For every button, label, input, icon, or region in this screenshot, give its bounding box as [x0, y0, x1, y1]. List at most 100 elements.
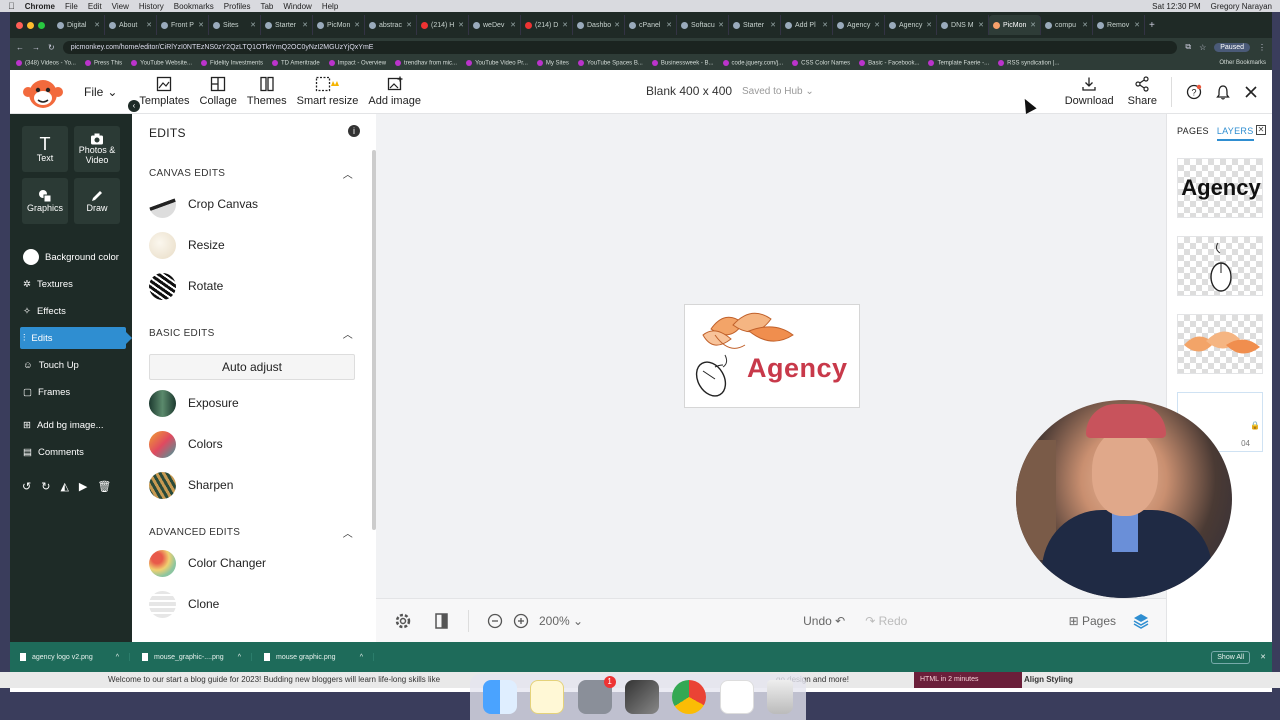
- browser-tab[interactable]: Digital ✕: [53, 15, 105, 35]
- forward-icon[interactable]: →: [32, 43, 40, 52]
- browser-tab[interactable]: Remov ✕: [1093, 15, 1146, 35]
- document-title[interactable]: Blank 400 x 400: [646, 84, 732, 98]
- menubar-view[interactable]: View: [112, 2, 129, 11]
- bookmark-item[interactable]: trendhav from mic...: [395, 60, 457, 66]
- send-icon[interactable]: ▶: [79, 480, 87, 493]
- zoom-level[interactable]: 200% ⌄: [539, 614, 583, 628]
- templates-button[interactable]: Templates: [139, 76, 190, 107]
- auto-adjust-button[interactable]: Auto adjust: [149, 354, 355, 380]
- photos-video-button[interactable]: Photos & Video: [74, 126, 120, 172]
- bookmark-item[interactable]: YouTube Spaces B...: [578, 60, 643, 66]
- settings-gear-icon[interactable]: [394, 612, 412, 630]
- browser-tab[interactable]: Sites ✕: [209, 15, 261, 35]
- pages-button[interactable]: ⊞ Pages: [1069, 614, 1116, 628]
- resize-item[interactable]: Resize: [149, 231, 225, 259]
- rail-textures[interactable]: ✲ Textures: [20, 273, 126, 295]
- chevron-up-icon[interactable]: ^: [360, 654, 363, 661]
- close-shelf-icon[interactable]: ✕: [1260, 653, 1266, 661]
- bookmark-item[interactable]: YouTube Website...: [131, 60, 192, 66]
- bell-icon[interactable]: [1216, 84, 1230, 100]
- bookmark-item[interactable]: Press This: [85, 60, 122, 66]
- browser-tab[interactable]: Softacu ✕: [677, 15, 730, 35]
- bookmark-item[interactable]: Impact - Overview: [329, 60, 386, 66]
- menubar-window[interactable]: Window: [283, 2, 311, 11]
- colors-item[interactable]: Colors: [149, 430, 223, 458]
- menubar-file[interactable]: File: [65, 2, 78, 11]
- text-tool-button[interactable]: T Text: [22, 126, 68, 172]
- menubar-bookmarks[interactable]: Bookmarks: [174, 2, 214, 11]
- smart-resize-button[interactable]: Smart resize: [297, 76, 358, 107]
- bookmark-item[interactable]: Fidelity Investments: [201, 60, 263, 66]
- browser-tab-active[interactable]: PicMon ✕: [989, 15, 1042, 35]
- graphics-button[interactable]: Graphics: [22, 178, 68, 224]
- close-tab-icon[interactable]: ✕: [510, 21, 516, 29]
- menubar-edit[interactable]: Edit: [88, 2, 102, 11]
- bookmark-item[interactable]: Businessweek - B...: [652, 60, 714, 66]
- finder-icon[interactable]: [482, 680, 517, 714]
- info-icon[interactable]: i: [348, 125, 360, 137]
- bookmark-item[interactable]: CSS Color Names: [792, 60, 850, 66]
- download-item[interactable]: mouse graphic.png ^: [264, 653, 374, 661]
- browser-tab[interactable]: Starter ✕: [729, 15, 782, 35]
- close-tab-icon[interactable]: ✕: [822, 21, 828, 29]
- browser-tab[interactable]: weDev ✕: [469, 15, 521, 35]
- rail-touch-up[interactable]: ☺ Touch Up: [20, 354, 126, 376]
- canvas-edits-header[interactable]: CANVAS EDITS ︿: [149, 168, 353, 181]
- reload-icon[interactable]: ↻: [48, 43, 55, 52]
- browser-tab[interactable]: DNS M ✕: [937, 15, 990, 35]
- crop-canvas-item[interactable]: Crop Canvas: [149, 190, 258, 218]
- bookmark-item[interactable]: RSS syndication |...: [998, 60, 1059, 66]
- launchpad-icon[interactable]: [624, 680, 659, 714]
- browser-tab[interactable]: Dashbo ✕: [573, 15, 626, 35]
- bookmark-item[interactable]: Basic - Facebook...: [859, 60, 919, 66]
- show-all-button[interactable]: Show All: [1211, 650, 1251, 664]
- rail-effects[interactable]: ✧ Effects: [20, 300, 126, 322]
- collapse-panel-button[interactable]: ‹: [128, 100, 140, 112]
- close-tab-icon[interactable]: ✕: [614, 21, 620, 29]
- download-item[interactable]: mouse_graphic-....png ^: [142, 653, 252, 661]
- browser-tab[interactable]: PicMon ✕: [313, 15, 365, 35]
- back-icon[interactable]: ←: [16, 43, 24, 52]
- menu-kebab-icon[interactable]: ⋮: [1258, 43, 1266, 52]
- rail-comments[interactable]: ▤ Comments: [20, 441, 126, 463]
- close-tab-icon[interactable]: ✕: [926, 21, 932, 29]
- close-icon[interactable]: ✕: [1256, 125, 1266, 135]
- close-tab-icon[interactable]: ✕: [1082, 21, 1088, 29]
- close-tab-icon[interactable]: ✕: [718, 21, 724, 29]
- extensions-icon[interactable]: ⧉: [1185, 42, 1191, 52]
- layers-icon[interactable]: [1132, 612, 1150, 630]
- picmonkey-logo-icon[interactable]: [22, 78, 64, 108]
- draw-button[interactable]: Draw: [74, 178, 120, 224]
- bookmark-item[interactable]: YouTube Video Pr...: [466, 60, 528, 66]
- apple-icon[interactable]: : [8, 1, 15, 11]
- system-preferences-icon[interactable]: 1: [577, 676, 616, 714]
- download-item[interactable]: agency logo v2.png ^: [20, 653, 130, 661]
- menubar-app-name[interactable]: Chrome: [25, 2, 55, 11]
- menubar-profiles[interactable]: Profiles: [224, 2, 251, 11]
- close-tab-icon[interactable]: ✕: [562, 21, 568, 29]
- file-menu[interactable]: File ⌄: [84, 85, 117, 99]
- tab-layers[interactable]: LAYERS: [1216, 126, 1254, 141]
- menubar-tab[interactable]: Tab: [260, 2, 273, 11]
- lock-icon[interactable]: 🔒: [1250, 421, 1260, 430]
- browser-tab[interactable]: Agency ✕: [833, 15, 886, 35]
- close-tab-icon[interactable]: ✕: [874, 21, 880, 29]
- new-tab-icon[interactable]: +: [1149, 20, 1155, 31]
- rail-frames[interactable]: ▢ Frames: [20, 381, 126, 403]
- close-tab-icon[interactable]: ✕: [978, 21, 984, 29]
- menubar-user[interactable]: Gregory Narayan: [1211, 2, 1272, 11]
- browser-tab[interactable]: Agency ✕: [885, 15, 938, 35]
- profile-paused-button[interactable]: Paused: [1214, 42, 1250, 52]
- layer-mouse-graphic[interactable]: [1177, 236, 1263, 296]
- rail-add-bg-image[interactable]: ⊞ Add bg image...: [20, 414, 126, 436]
- browser-tab[interactable]: Starter ✕: [261, 15, 313, 35]
- browser-tab[interactable]: cPanel ✕: [625, 15, 678, 35]
- close-tab-icon[interactable]: ✕: [198, 21, 204, 29]
- chrome-icon[interactable]: [672, 680, 707, 714]
- browser-tab[interactable]: (214) H ✕: [417, 15, 469, 35]
- trash-icon[interactable]: 🗑: [97, 480, 111, 493]
- rail-edits[interactable]: ⫶ Edits: [20, 327, 132, 349]
- maximize-window-icon[interactable]: [38, 21, 45, 29]
- menubar-help[interactable]: Help: [322, 2, 338, 11]
- logo-text[interactable]: Agency: [747, 353, 848, 384]
